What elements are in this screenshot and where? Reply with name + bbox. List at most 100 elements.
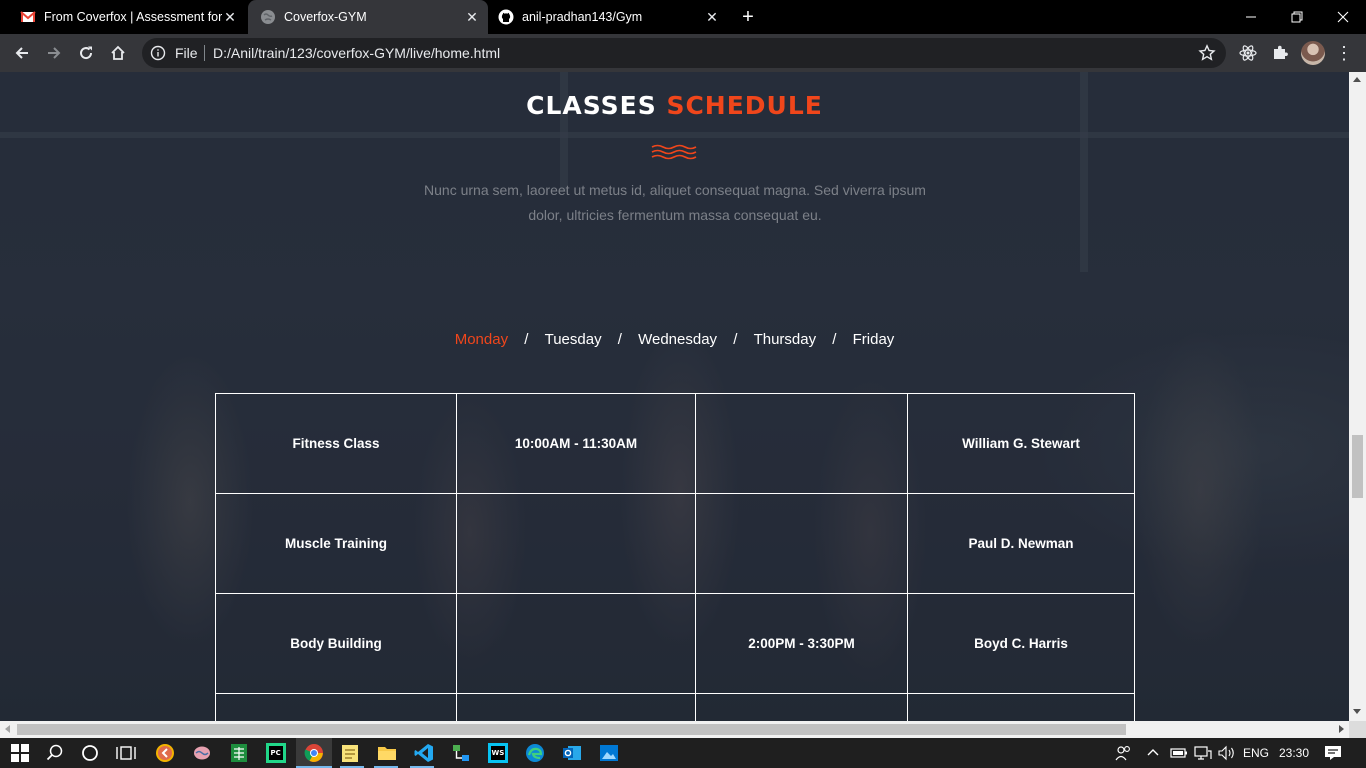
gmail-icon xyxy=(20,11,36,22)
react-devtools-extension[interactable] xyxy=(1238,43,1258,63)
vertical-scroll-thumb[interactable] xyxy=(1352,435,1363,498)
day-separator: / xyxy=(733,331,738,348)
start-button[interactable] xyxy=(8,741,32,765)
table-row: Fitness Class 10:00AM - 11:30AM William … xyxy=(215,393,1135,494)
battery-icon xyxy=(1170,748,1187,758)
trainer-cell: Boyd C. Harris xyxy=(907,593,1135,694)
new-tab-button[interactable]: + xyxy=(736,5,760,29)
battery-indicator[interactable] xyxy=(1170,738,1188,768)
taskbar-app-brain[interactable] xyxy=(190,741,214,765)
taskbar-app-photos[interactable] xyxy=(597,741,621,765)
canary-app-icon xyxy=(156,744,174,762)
clock[interactable]: 23:30 xyxy=(1279,738,1309,768)
cortana-button[interactable] xyxy=(78,741,102,765)
action-center-button[interactable] xyxy=(1324,738,1342,768)
svg-text:PC: PC xyxy=(271,749,281,757)
outlook-app-icon xyxy=(563,746,581,760)
time-cell xyxy=(456,493,696,594)
tab-gmail[interactable]: From Coverfox | Assessment for F ✕ xyxy=(0,0,246,34)
close-tab-icon[interactable]: ✕ xyxy=(222,9,238,25)
network-app-icon xyxy=(453,745,469,761)
arrow-right-icon xyxy=(48,47,61,59)
people-icon xyxy=(1115,746,1130,761)
input-language-indicator[interactable]: ENG xyxy=(1243,738,1269,768)
tab-title: anil-pradhan143/Gym xyxy=(522,10,643,24)
network-indicator[interactable] xyxy=(1194,738,1212,768)
taskbar-app-webstorm[interactable]: WS xyxy=(486,741,510,765)
extensions-button[interactable] xyxy=(1270,43,1290,63)
scroll-right-arrow-icon[interactable] xyxy=(1339,725,1344,733)
forward-button[interactable] xyxy=(40,39,68,67)
vertical-scrollbar[interactable] xyxy=(1349,72,1366,721)
taskbar-app-outlook[interactable] xyxy=(560,741,584,765)
minimize-icon xyxy=(1246,16,1256,18)
taskbar-app-edge[interactable] xyxy=(523,741,547,765)
day-separator: / xyxy=(617,331,622,348)
language-label: ENG xyxy=(1243,746,1270,760)
class-name-cell: Muscle Training xyxy=(215,493,457,594)
day-tab-friday[interactable]: Friday xyxy=(851,331,897,348)
spreadsheet-app-icon xyxy=(231,744,247,762)
day-separator: / xyxy=(524,331,529,348)
profile-avatar[interactable] xyxy=(1301,41,1325,65)
taskbar-app-vscode[interactable] xyxy=(412,741,436,765)
url-text[interactable]: D:/Anil/train/123/coverfox-GYM/live/home… xyxy=(213,45,500,61)
chevron-up-icon xyxy=(1147,749,1159,756)
github-icon xyxy=(498,9,514,25)
address-divider xyxy=(204,45,205,61)
scroll-up-arrow-icon[interactable] xyxy=(1353,77,1361,82)
back-button[interactable] xyxy=(8,39,36,67)
home-button[interactable] xyxy=(104,39,132,67)
minimize-button[interactable] xyxy=(1228,0,1274,34)
taskbar-app-spreadsheet[interactable] xyxy=(227,741,251,765)
pycharm-app-icon: PC xyxy=(266,743,286,763)
day-tab-thursday[interactable]: Thursday xyxy=(752,331,819,348)
tab-github[interactable]: anil-pradhan143/Gym ✕ xyxy=(488,0,728,34)
notification-icon xyxy=(1325,746,1341,760)
taskbar-app-chrome-canary[interactable] xyxy=(153,741,177,765)
taskbar-app-chrome[interactable] xyxy=(302,741,326,765)
class-name-cell: Fitness Class xyxy=(215,393,457,494)
horizontal-scrollbar[interactable] xyxy=(0,721,1349,738)
page-viewport: CLASSES SCHEDULE Nunc urna sem, laoreet … xyxy=(0,72,1349,721)
task-view-button[interactable] xyxy=(114,741,138,765)
day-tab-wednesday[interactable]: Wednesday xyxy=(636,331,719,348)
close-window-button[interactable] xyxy=(1320,0,1366,34)
day-tab-monday[interactable]: Monday xyxy=(453,331,510,348)
section-title-accent: SCHEDULE xyxy=(666,91,823,120)
horizontal-scroll-thumb[interactable] xyxy=(17,724,1126,735)
windows-logo-icon xyxy=(11,744,29,762)
bookmark-star-icon[interactable] xyxy=(1198,44,1216,62)
people-button[interactable] xyxy=(1114,738,1134,768)
section-subtitle: Nunc urna sem, laoreet ut metus id, aliq… xyxy=(424,182,926,223)
restore-button[interactable] xyxy=(1274,0,1320,34)
tab-coverfox-gym[interactable]: Coverfox-GYM ✕ xyxy=(248,0,488,34)
address-bar[interactable]: File D:/Anil/train/123/coverfox-GYM/live… xyxy=(142,38,1226,68)
reload-button[interactable] xyxy=(72,39,100,67)
tab-strip: From Coverfox | Assessment for F ✕ Cover… xyxy=(0,0,1366,34)
day-tab-tuesday[interactable]: Tuesday xyxy=(543,331,604,348)
day-tabs: Monday / Tuesday / Wednesday / Thursday … xyxy=(0,331,1349,348)
menu-kebab-icon[interactable]: ⋮ xyxy=(1334,43,1354,63)
taskbar-app-notes[interactable] xyxy=(338,741,362,765)
taskbar-app-network[interactable] xyxy=(449,741,473,765)
close-tab-icon[interactable]: ✕ xyxy=(464,9,480,25)
scroll-down-arrow-icon[interactable] xyxy=(1353,709,1361,714)
home-icon xyxy=(111,45,125,60)
volume-indicator[interactable] xyxy=(1218,738,1236,768)
table-row xyxy=(215,693,1135,721)
wave-divider-icon xyxy=(651,144,697,160)
url-scheme-label: File xyxy=(175,45,198,61)
search-button[interactable] xyxy=(43,741,67,765)
brain-app-icon xyxy=(194,746,210,760)
info-icon[interactable] xyxy=(150,45,166,61)
chrome-app-icon xyxy=(304,744,323,762)
restore-icon xyxy=(1291,11,1303,23)
globe-icon xyxy=(261,10,275,24)
close-tab-icon[interactable]: ✕ xyxy=(704,9,720,25)
taskbar-app-file-explorer[interactable] xyxy=(375,741,399,765)
taskbar-app-pycharm[interactable]: PC xyxy=(264,741,288,765)
show-hidden-icons-button[interactable] xyxy=(1146,738,1160,768)
scroll-left-arrow-icon[interactable] xyxy=(5,725,10,733)
reload-icon xyxy=(80,46,93,60)
